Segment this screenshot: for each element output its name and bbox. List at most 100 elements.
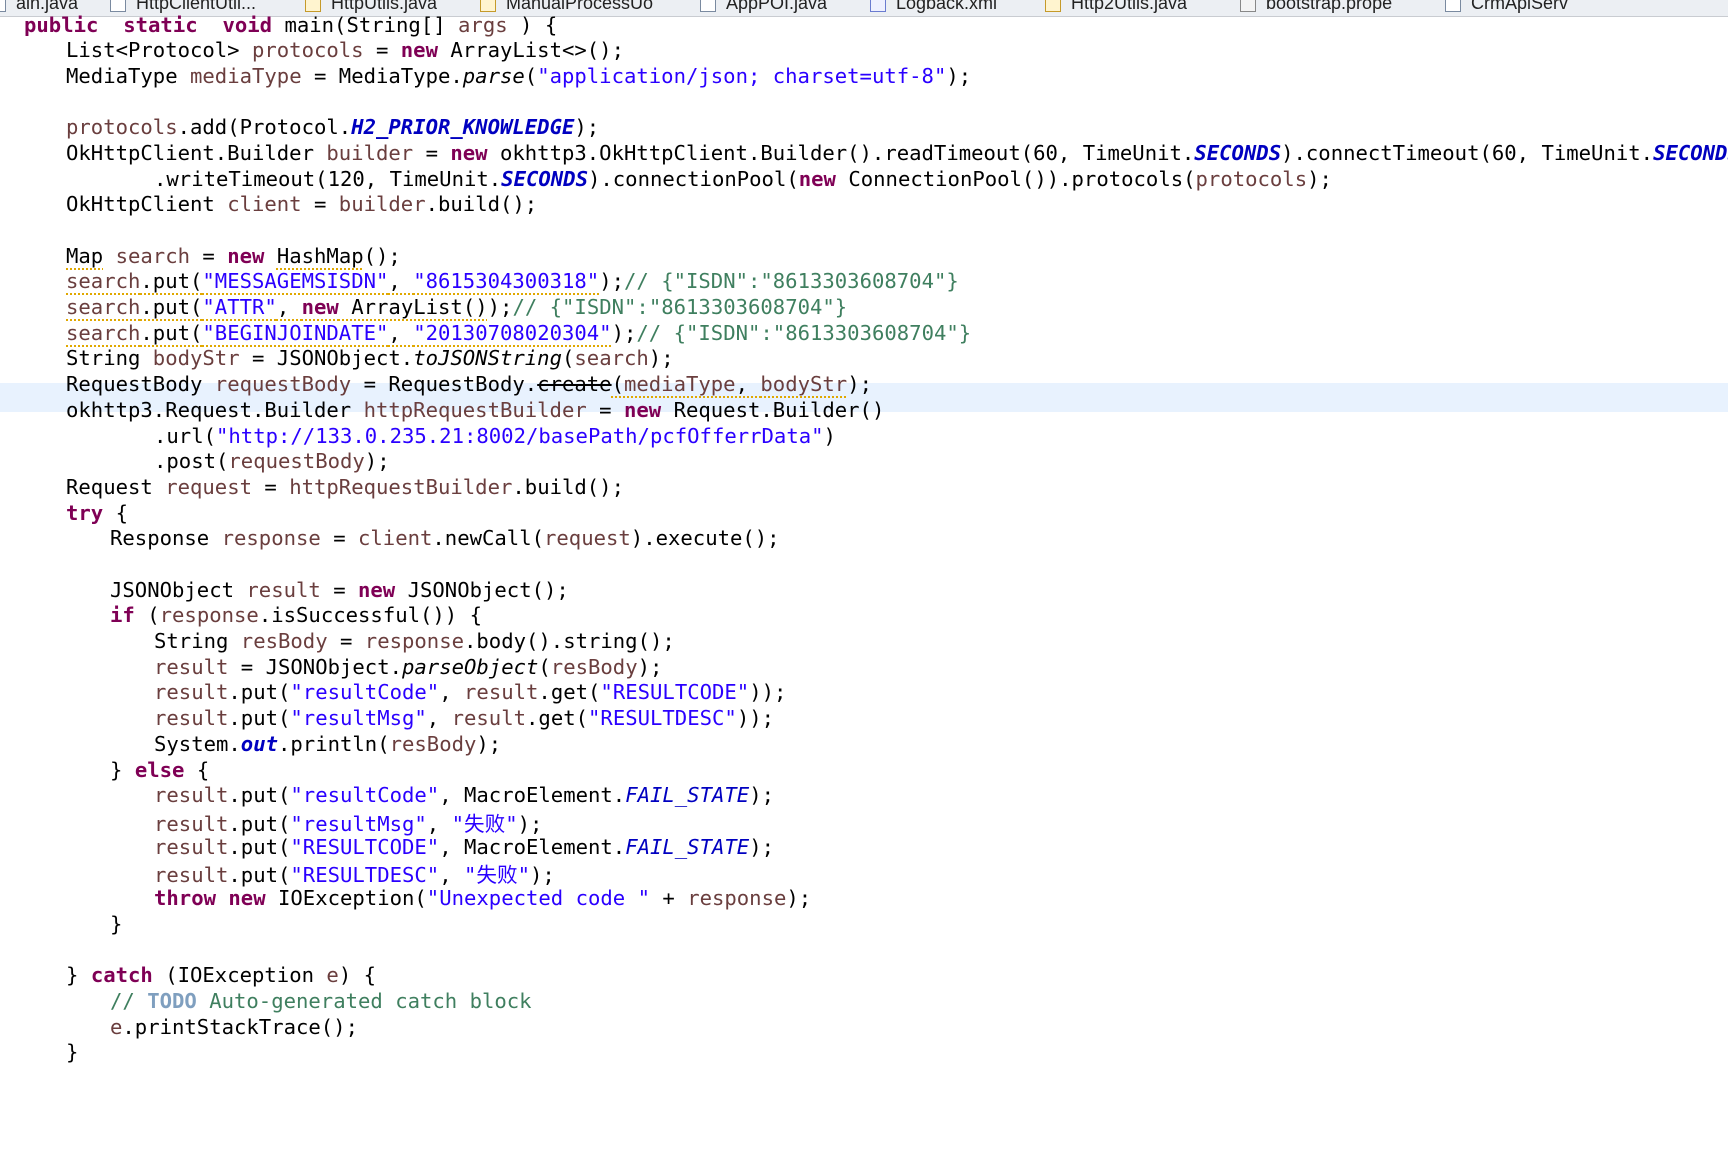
code-token: .build(); bbox=[425, 192, 538, 216]
code-token: client bbox=[227, 192, 302, 216]
code-token: try bbox=[66, 501, 104, 525]
code-token: Auto-generated catch block bbox=[196, 989, 532, 1013]
code-token: .body().string(); bbox=[464, 629, 675, 653]
code-token: mediaType bbox=[623, 372, 736, 396]
code-token: Request bbox=[66, 475, 166, 499]
code-token: search bbox=[574, 346, 649, 370]
code-token: (); bbox=[363, 244, 401, 268]
code-line: List<Protocol> protocols = new ArrayList… bbox=[24, 36, 624, 64]
code-token: "8615304300318" bbox=[413, 269, 600, 293]
code-token: = bbox=[586, 398, 624, 422]
code-token: ); bbox=[847, 372, 872, 396]
code-token: .get( bbox=[526, 706, 589, 730]
code-token: .put( bbox=[228, 783, 291, 807]
code-token: IOException( bbox=[265, 886, 427, 910]
code-token: RequestBody bbox=[66, 372, 215, 396]
code-token: "RESULTCODE" bbox=[290, 835, 440, 859]
code-editor[interactable]: public static void main(String[] args ) … bbox=[0, 13, 1728, 1175]
tab-label: bootstrap.prope bbox=[1266, 0, 1393, 13]
code-token: H2_PRIOR_KNOWLEDGE bbox=[351, 115, 575, 139]
code-token: .writeTimeout(120, TimeUnit. bbox=[154, 167, 502, 191]
code-token: catch bbox=[90, 963, 153, 987]
code-token: // bbox=[110, 989, 148, 1013]
code-token: = bbox=[301, 192, 339, 216]
code-token: TODO bbox=[147, 989, 197, 1013]
code-token: , bbox=[735, 372, 761, 396]
code-token: ( bbox=[134, 603, 160, 627]
code-token: result bbox=[246, 578, 321, 602]
code-token: mediaType bbox=[190, 64, 302, 88]
tab-label: AppPOI.java bbox=[726, 0, 828, 13]
code-token: request bbox=[165, 475, 252, 499]
code-token: )); bbox=[736, 706, 775, 730]
editor-tab[interactable]: AppPOI.java bbox=[700, 0, 827, 15]
code-token: = JSONObject. bbox=[239, 346, 414, 370]
code-token: // {"ISDN":"8613303608704"} bbox=[624, 269, 959, 293]
code-token: = RequestBody. bbox=[351, 372, 538, 396]
code-token: Map bbox=[66, 244, 104, 268]
code-token: search bbox=[66, 321, 141, 345]
code-token: FAIL_STATE bbox=[625, 835, 750, 859]
code-token: = MediaType. bbox=[301, 64, 463, 88]
code-token: requestBody bbox=[214, 372, 352, 396]
code-token: , bbox=[276, 295, 302, 319]
code-token: new bbox=[301, 295, 339, 319]
xml-file-icon bbox=[870, 0, 886, 12]
code-token: okhttp3.OkHttpClient.Builder().readTimeo… bbox=[487, 141, 1195, 165]
code-token: } bbox=[66, 1040, 79, 1064]
code-token: .printStackTrace(); bbox=[122, 1015, 358, 1039]
code-token: resBody bbox=[389, 732, 477, 756]
code-token: ( bbox=[524, 64, 538, 88]
code-token: SECONDS bbox=[1653, 141, 1728, 165]
code-line: protocols.add(Protocol.H2_PRIOR_KNOWLEDG… bbox=[24, 113, 599, 141]
code-token: httpRequestBuilder bbox=[363, 398, 587, 422]
code-token: result bbox=[464, 680, 539, 704]
code-token: bodyStr bbox=[760, 372, 848, 396]
code-token: "MESSAGEMSISDN" bbox=[202, 269, 389, 293]
code-token: resBody bbox=[550, 655, 638, 679]
code-token: = bbox=[413, 141, 451, 165]
code-token: = bbox=[320, 578, 358, 602]
code-token: , bbox=[388, 321, 414, 345]
tab-label: CrmApiServ bbox=[1471, 0, 1569, 13]
code-token: resBody bbox=[240, 629, 328, 653]
code-token: } bbox=[110, 758, 135, 782]
code-token: String bbox=[154, 629, 241, 653]
code-line: Map search = new HashMap(); bbox=[24, 242, 401, 270]
code-token: "resultCode" bbox=[290, 783, 440, 807]
code-line: OkHttpClient client = builder.build(); bbox=[24, 190, 537, 218]
code-line: OkHttpClient.Builder builder = new okhtt… bbox=[24, 139, 1728, 167]
code-line: throw new IOException("Unexpected code "… bbox=[24, 884, 811, 912]
code-line: String bodyStr = JSONObject.toJSONString… bbox=[24, 344, 674, 372]
code-token: OkHttpClient.Builder bbox=[66, 141, 327, 165]
editor-tab[interactable]: CrmApiServ bbox=[1445, 0, 1568, 15]
editor-tab[interactable]: Logback.xml bbox=[870, 0, 997, 15]
code-token: ArrayList() bbox=[338, 295, 488, 319]
code-token: request bbox=[544, 526, 631, 550]
code-line: .url("http://133.0.235.21:8002/basePath/… bbox=[24, 422, 836, 450]
code-token: ) { bbox=[338, 963, 377, 987]
code-token: "http://133.0.235.21:8002/basePath/pcfOf… bbox=[216, 424, 824, 448]
code-token: parse bbox=[462, 64, 525, 88]
code-token: ConnectionPool()).protocols( bbox=[835, 167, 1196, 191]
code-token: toJSONString bbox=[413, 346, 562, 370]
code-token: Response bbox=[110, 526, 222, 550]
editor-tab[interactable]: bootstrap.prope bbox=[1240, 0, 1392, 15]
code-token: } bbox=[110, 912, 123, 936]
code-token: = bbox=[320, 526, 358, 550]
code-token: .isSuccessful()) { bbox=[258, 603, 483, 627]
java-file-icon bbox=[0, 0, 6, 12]
code-token: , MacroElement. bbox=[439, 783, 626, 807]
code-token: .url( bbox=[154, 424, 216, 448]
code-token: args bbox=[458, 13, 508, 37]
java-file-icon bbox=[1445, 0, 1461, 12]
code-line: result.put("resultCode", MacroElement.FA… bbox=[24, 781, 774, 809]
code-token: .put( bbox=[228, 680, 291, 704]
code-token: ); bbox=[364, 449, 390, 473]
code-token: e bbox=[110, 1015, 123, 1039]
code-line: search.put("MESSAGEMSISDN", "86153043003… bbox=[24, 267, 959, 295]
code-token: .build(); bbox=[512, 475, 624, 499]
code-token: requestBody bbox=[228, 449, 365, 473]
editor-tab[interactable]: Http2Utils.java bbox=[1045, 0, 1187, 15]
